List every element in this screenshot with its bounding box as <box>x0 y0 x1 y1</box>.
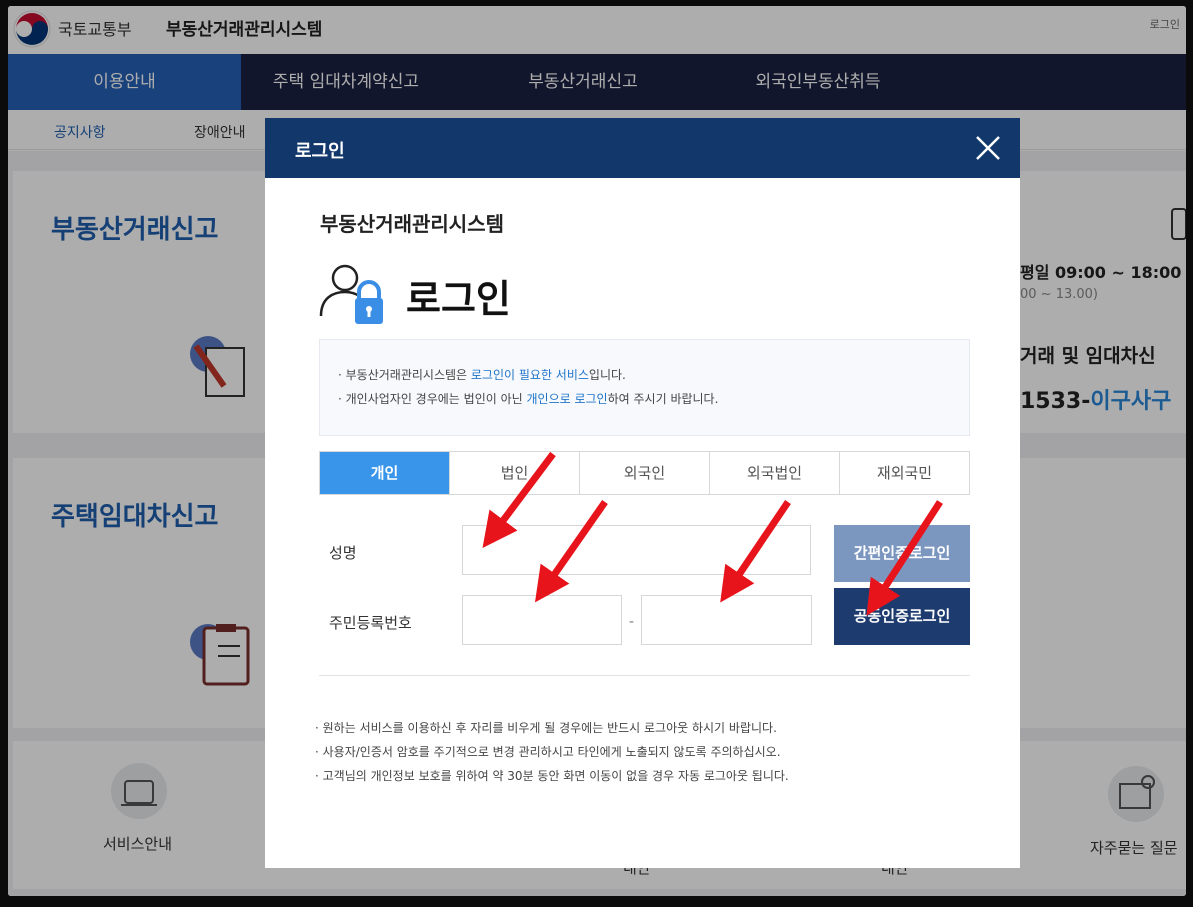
notice-1-text: · 부동산거래관리시스템은 <box>338 368 471 382</box>
notice-1-highlight: 로그인이 필요한 서비스 <box>470 368 589 382</box>
notice-line-2: · 개인사업자인 경우에는 법인이 아닌 개인으로 로그인하여 주시기 바랍니다… <box>338 390 718 407</box>
login-heading: 로그인 <box>406 277 511 321</box>
tab-individual[interactable]: 개인 <box>320 452 450 494</box>
notice-1-tail: 입니다. <box>588 368 626 382</box>
tab-foreign-corporation[interactable]: 외국법인 <box>710 452 840 494</box>
footer-note-2: · 사용자/인증서 암호를 주기적으로 변경 관리하시고 타인에게 노출되지 않… <box>315 745 781 759</box>
modal-header: 로그인 <box>265 118 1020 178</box>
tab-foreigner[interactable]: 외국인 <box>580 452 710 494</box>
user-lock-icon <box>319 264 383 324</box>
notice-2-tail: 하여 주시기 바랍니다. <box>607 392 719 406</box>
modal-title: 로그인 <box>295 141 345 162</box>
notice-line-1: · 부동산거래관리시스템은 로그인이 필요한 서비스입니다. <box>338 366 626 383</box>
login-type-tabs: 개인 법인 외국인 외국법인 재외국민 <box>319 451 970 495</box>
tab-overseas-korean[interactable]: 재외국민 <box>840 452 969 494</box>
modal-divider <box>319 675 970 676</box>
easy-auth-login-button[interactable]: 간편인증로그인 <box>834 525 970 582</box>
login-modal: 로그인 부동산거래관리시스템 로그인 · 부동산거래관리시스템은 로그인이 필요… <box>265 118 1020 868</box>
notice-2-text: · 개인사업자인 경우에는 법인이 아닌 <box>338 392 527 406</box>
app-window: 국토교통부 부동산거래관리시스템 로그인 이용안내 주택 임대차계약신고 부동산… <box>8 6 1186 896</box>
rrn-front-input[interactable] <box>462 595 622 645</box>
tab-corporation[interactable]: 법인 <box>450 452 580 494</box>
name-input[interactable] <box>462 525 811 575</box>
modal-system-name: 부동산거래관리시스템 <box>320 212 504 236</box>
rrn-label: 주민등록번호 <box>329 614 412 632</box>
rrn-back-input[interactable] <box>641 595 812 645</box>
notice-2-highlight: 개인으로 로그인 <box>526 392 608 406</box>
footer-note-3: · 고객님의 개인정보 보호를 위하여 약 30분 동안 화면 이동이 없을 경… <box>315 769 789 783</box>
name-label: 성명 <box>329 544 357 562</box>
close-icon[interactable] <box>974 134 1002 162</box>
footer-note-1: · 원하는 서비스를 이용하신 후 자리를 비우게 될 경우에는 반드시 로그아… <box>315 721 777 735</box>
notice-box: · 부동산거래관리시스템은 로그인이 필요한 서비스입니다. · 개인사업자인 … <box>319 339 970 436</box>
certificate-login-button[interactable]: 공동인증로그인 <box>834 588 970 645</box>
rrn-separator: - <box>629 614 635 630</box>
